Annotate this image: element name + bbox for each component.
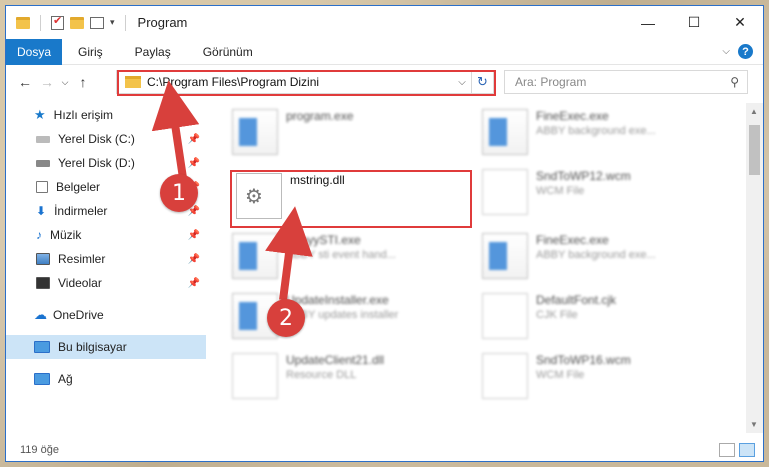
step-badge-1: 1 [160, 174, 198, 212]
arrow-to-file [265, 206, 313, 301]
arrow-to-address [151, 80, 200, 179]
step-badge-2: 2 [267, 299, 305, 337]
annotation-arrows [151, 80, 313, 301]
